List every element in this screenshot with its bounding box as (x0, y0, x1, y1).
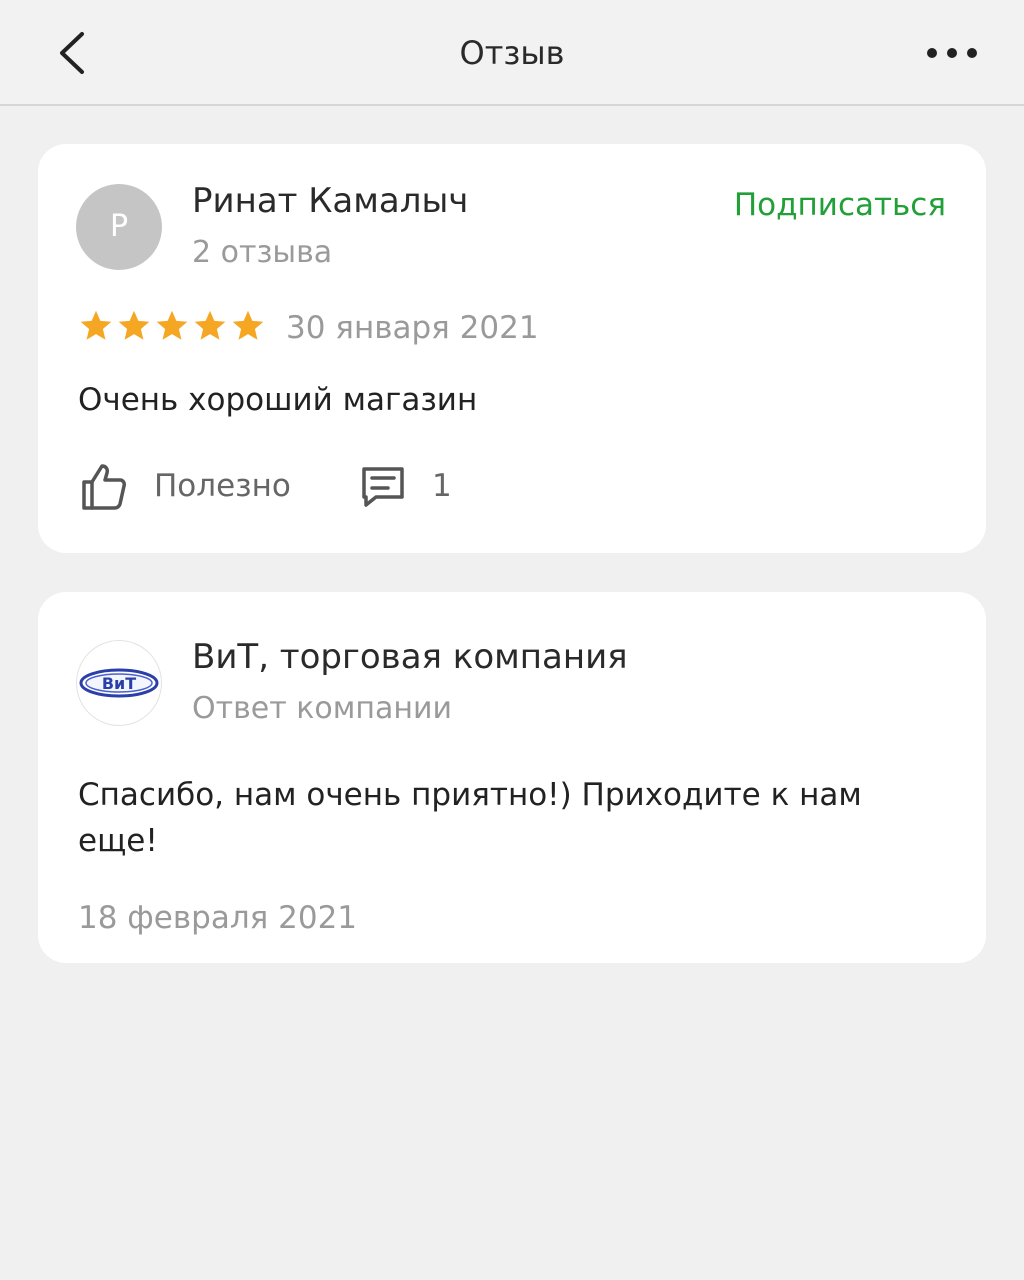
comments-count: 1 (432, 468, 452, 504)
star-icon (156, 310, 188, 340)
review-date: 30 января 2021 (286, 310, 539, 346)
more-horizontal-icon (927, 48, 977, 58)
more-button[interactable] (924, 38, 980, 68)
star-icon (118, 310, 150, 340)
rating-stars (78, 308, 268, 344)
reply-subtitle: Ответ компании (192, 691, 452, 726)
useful-label: Полезно (154, 468, 291, 504)
reply-card: ВиТ ВиТ, торговая компания Ответ компани… (38, 592, 986, 963)
top-bar: Отзыв (0, 0, 1024, 106)
company-name[interactable]: ВиТ, торговая компания (192, 636, 628, 678)
star-icon (194, 310, 226, 340)
company-logo[interactable]: ВиТ (76, 640, 162, 726)
review-text: Очень хороший магазин (78, 382, 478, 418)
reply-text: Спасибо, нам очень приятно!) Приходите к… (78, 777, 862, 859)
subscribe-button[interactable]: Подписаться (734, 186, 946, 224)
star-icon (232, 310, 264, 340)
useful-button[interactable]: Полезно (78, 456, 291, 516)
thumbs-up-icon (82, 464, 126, 510)
comments-button[interactable]: 1 (358, 456, 452, 516)
reply-date: 18 февраля 2021 (78, 900, 358, 936)
comment-icon (362, 467, 404, 507)
review-card: Р Ринат Камалыч 2 отзыва Подписаться 30 … (38, 144, 986, 553)
page-title: Отзыв (459, 34, 565, 72)
author-name[interactable]: Ринат Камалыч (192, 180, 468, 222)
company-logo-icon: ВиТ (79, 668, 159, 698)
svg-text:ВиТ: ВиТ (102, 674, 136, 693)
author-review-count: 2 отзыва (192, 235, 333, 270)
avatar[interactable]: Р (76, 184, 162, 270)
star-icon (80, 310, 112, 340)
